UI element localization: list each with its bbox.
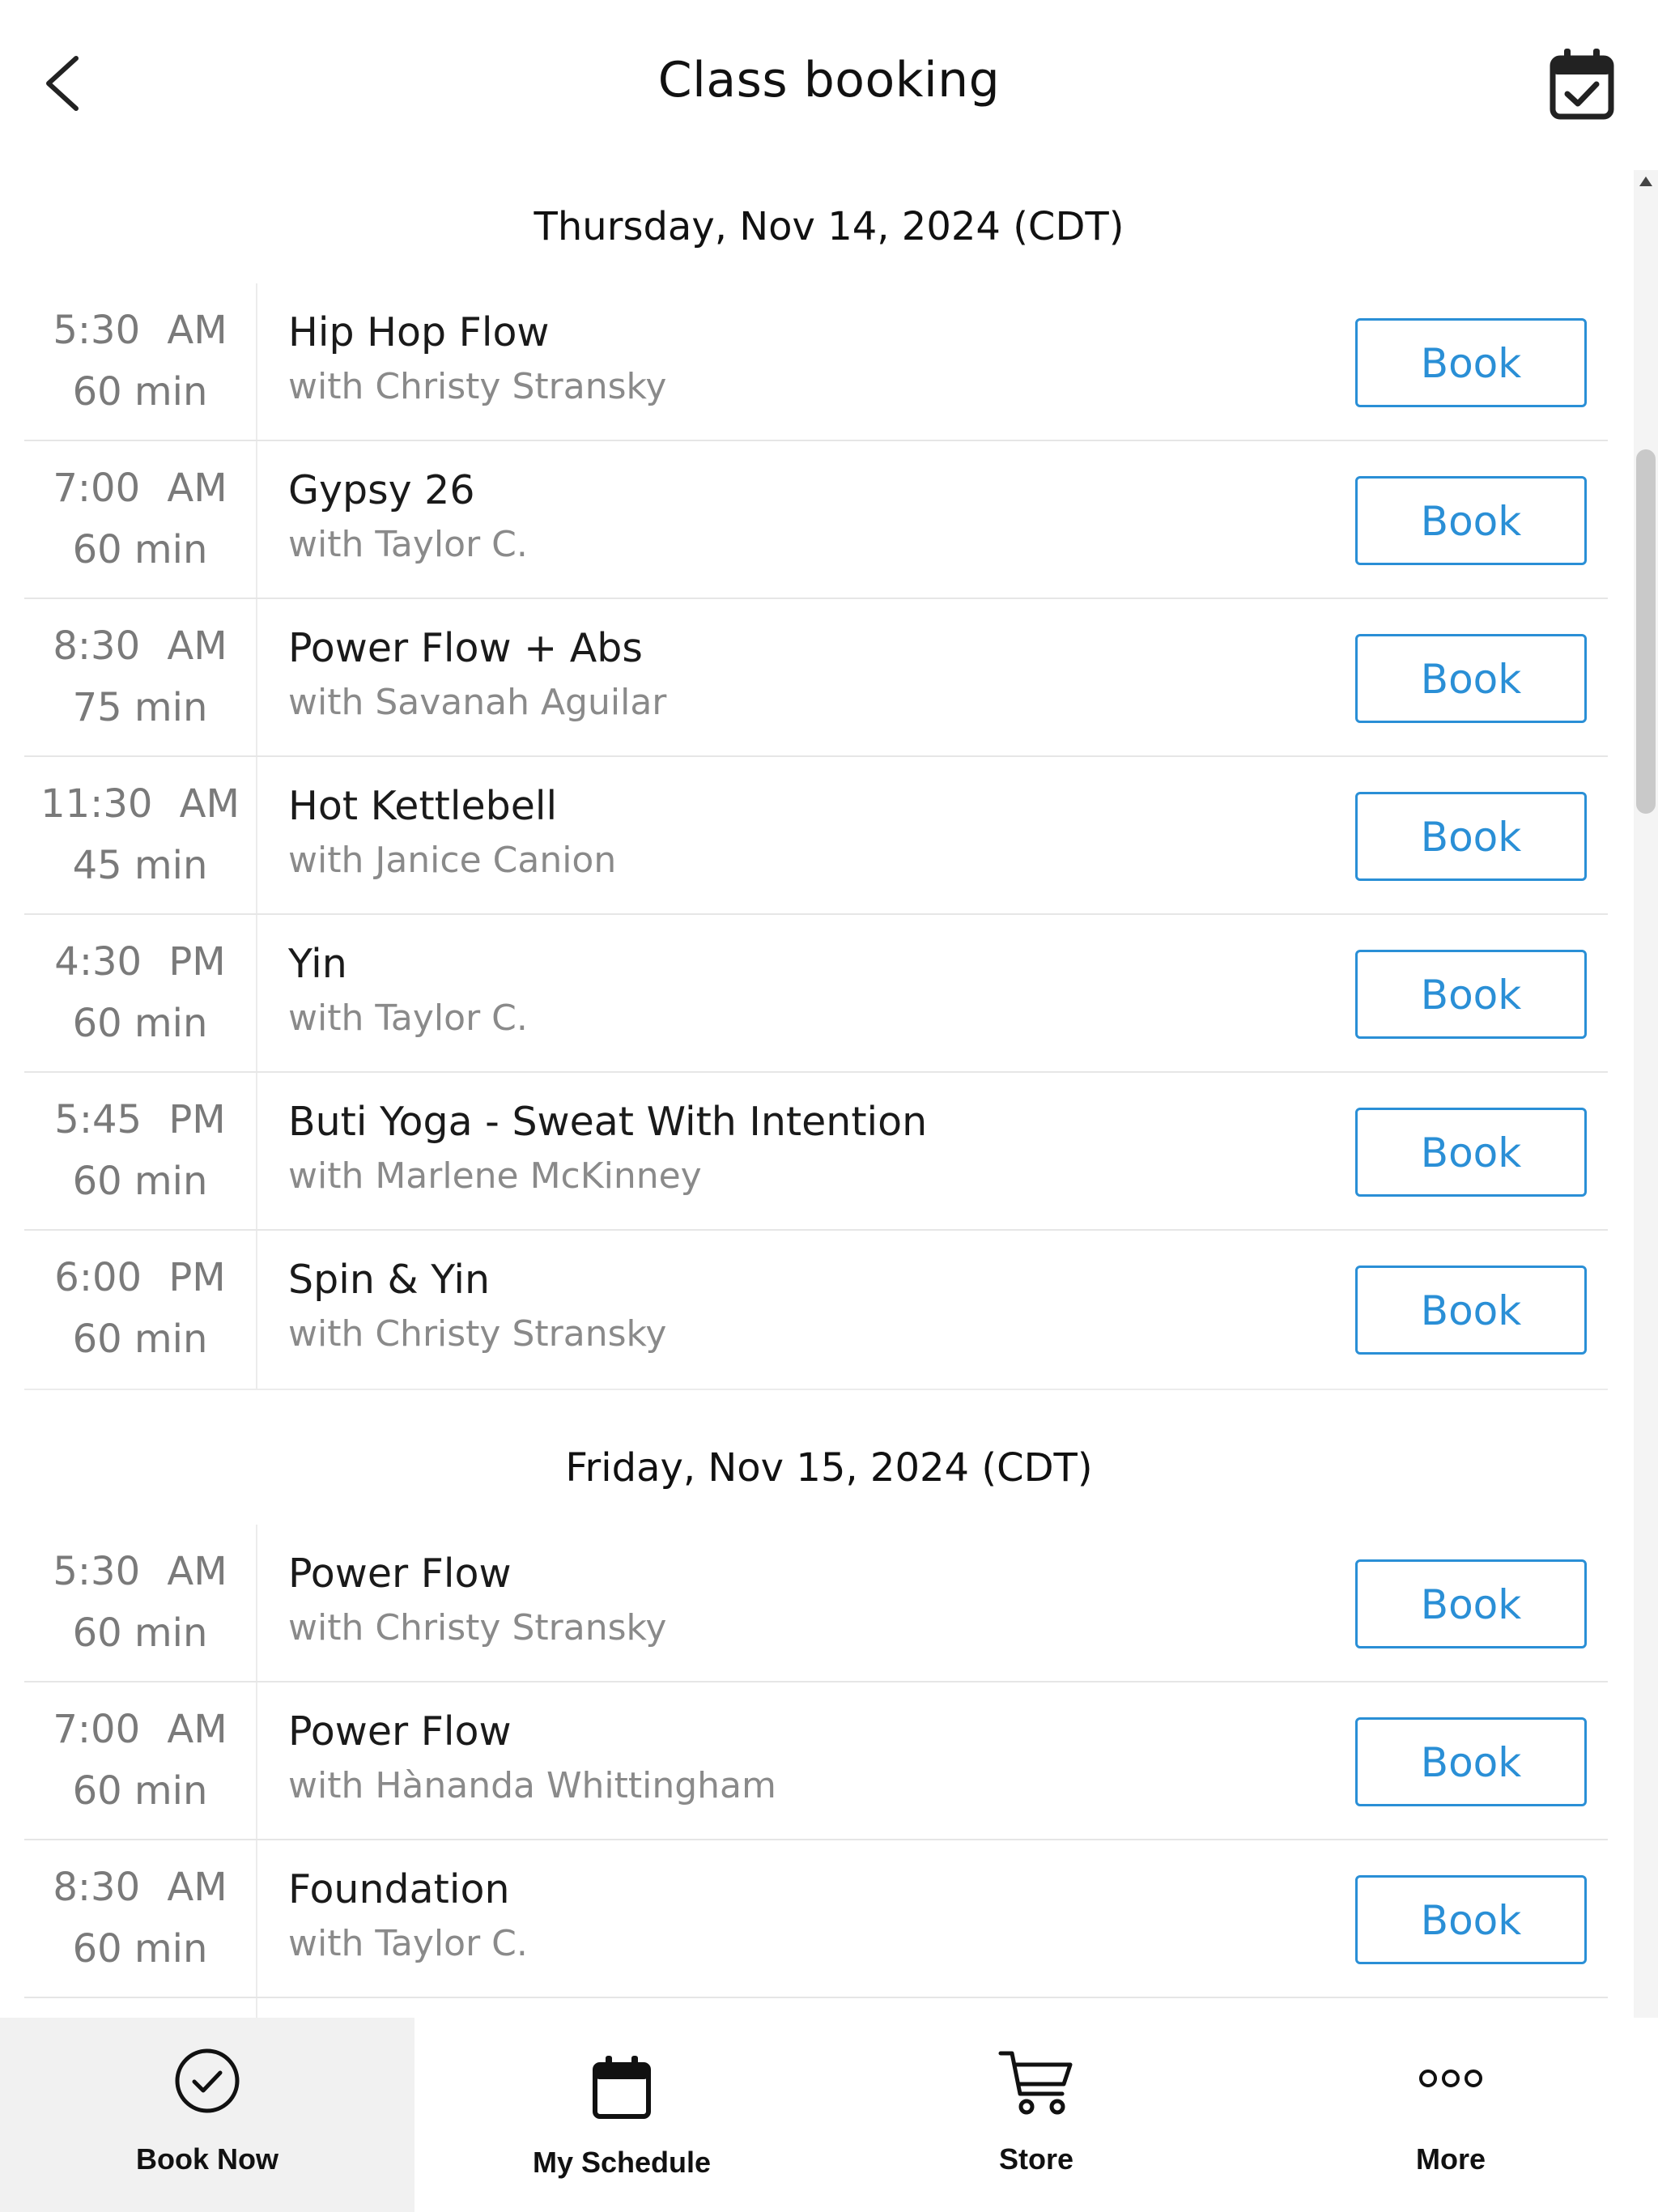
class-duration: 60 min	[72, 1768, 208, 1814]
bottom-nav: Book Now My Schedule Store More	[0, 2018, 1658, 2212]
class-row: 8:30 AM 60 min Foundation with Taylor C.…	[24, 1840, 1608, 1998]
class-start-time: 5:30 AM	[53, 1549, 227, 1594]
check-circle-icon	[175, 2048, 240, 2113]
class-instructor: with Taylor C.	[288, 524, 528, 565]
class-name[interactable]: Spin & Yin	[288, 1257, 490, 1303]
class-duration: 45 min	[72, 843, 208, 888]
book-button[interactable]: Book	[1355, 476, 1587, 565]
scroll-up-arrow-icon[interactable]	[1639, 177, 1652, 186]
book-button[interactable]: Book	[1355, 950, 1587, 1039]
day-section: Thursday, Nov 14, 2024 (CDT) 5:30 AM 60 …	[0, 170, 1658, 1390]
class-name[interactable]: Gypsy 26	[288, 467, 475, 513]
class-name[interactable]: Buti Yoga - Sweat With Intention	[288, 1099, 927, 1145]
class-duration: 60 min	[72, 1610, 208, 1656]
class-duration: 60 min	[72, 369, 208, 415]
book-button[interactable]: Book	[1355, 1108, 1587, 1197]
class-start-time: 7:00 AM	[53, 1707, 227, 1752]
class-start-time: 8:30 AM	[53, 1865, 227, 1910]
more-dots-icon	[1419, 2069, 1482, 2087]
class-row: 11:30 AM 45 min Hot Kettlebell with Jani…	[24, 757, 1608, 915]
class-duration: 60 min	[72, 1317, 208, 1362]
calendar-check-button[interactable]	[1548, 45, 1616, 121]
book-button[interactable]: Book	[1355, 634, 1587, 723]
class-instructor: with Marlene McKinney	[288, 1155, 702, 1197]
time-column: 5:30 AM 60 min	[24, 1525, 257, 1681]
class-row: 4:30 PM 60 min Yin with Taylor C. Book	[24, 915, 1608, 1073]
class-instructor: with Christy Stransky	[288, 1607, 667, 1648]
class-duration: 60 min	[72, 1001, 208, 1046]
class-start-time: 7:00 AM	[53, 466, 227, 511]
class-row: 5:45 PM 60 min Buti Yoga - Sweat With In…	[24, 1073, 1608, 1231]
nav-book-now[interactable]: Book Now	[0, 2018, 414, 2212]
class-name[interactable]: Yin	[288, 941, 347, 987]
class-duration: 60 min	[72, 527, 208, 572]
class-row: 5:30 AM 60 min Hip Hop Flow with Christy…	[24, 283, 1608, 441]
class-instructor: with Hànanda Whittingham	[288, 1765, 776, 1806]
scrollbar[interactable]	[1634, 170, 1658, 2018]
class-duration: 75 min	[72, 685, 208, 730]
day-heading: Thursday, Nov 14, 2024 (CDT)	[534, 204, 1124, 249]
nav-more[interactable]: More	[1244, 2018, 1658, 2212]
scroll-thumb[interactable]	[1636, 449, 1656, 814]
class-row: 5:30 AM 60 min Power Flow with Christy S…	[24, 1525, 1608, 1682]
class-row: 8:30 AM 75 min Power Flow + Abs with Sav…	[24, 599, 1608, 757]
nav-label: My Schedule	[532, 2146, 712, 2179]
class-instructor: with Taylor C.	[288, 1923, 528, 1964]
class-start-time: 5:45 PM	[54, 1097, 226, 1142]
time-column: 11:30 AM 45 min	[24, 757, 257, 913]
nav-label: More	[1415, 2142, 1486, 2176]
nav-my-schedule[interactable]: My Schedule	[414, 2018, 829, 2212]
time-column	[24, 1998, 257, 2018]
book-button[interactable]: Book	[1355, 318, 1587, 407]
class-name[interactable]: Power Flow + Abs	[288, 625, 643, 671]
day-section: Friday, Nov 15, 2024 (CDT) 5:30 AM 60 mi…	[0, 1411, 1658, 2018]
class-row: 6:00 PM 60 min Spin & Yin with Christy S…	[24, 1231, 1608, 1389]
cart-icon	[998, 2051, 1073, 2115]
calendar-icon	[593, 2056, 651, 2119]
class-start-time: 6:00 PM	[54, 1255, 226, 1300]
book-button[interactable]: Book	[1355, 1875, 1587, 1964]
day-heading: Friday, Nov 15, 2024 (CDT)	[565, 1445, 1093, 1491]
class-instructor: with Taylor C.	[288, 998, 528, 1039]
class-start-time: 5:30 AM	[53, 308, 227, 353]
nav-store[interactable]: Store	[829, 2018, 1244, 2212]
nav-label: Store	[998, 2142, 1074, 2176]
class-row-partial	[24, 1998, 1608, 2018]
time-column: 5:45 PM 60 min	[24, 1073, 257, 1229]
class-instructor: with Savanah Aguilar	[288, 682, 667, 723]
class-start-time: 11:30 AM	[40, 781, 240, 827]
class-duration: 60 min	[72, 1159, 208, 1204]
calendar-check-icon	[1550, 49, 1614, 120]
class-schedule-list[interactable]: Thursday, Nov 14, 2024 (CDT) 5:30 AM 60 …	[0, 170, 1658, 2018]
book-button[interactable]: Book	[1355, 1559, 1587, 1648]
book-button[interactable]: Book	[1355, 1266, 1587, 1355]
class-name[interactable]: Foundation	[288, 1866, 510, 1912]
time-column: 7:00 AM 60 min	[24, 1682, 257, 1839]
time-column: 4:30 PM 60 min	[24, 915, 257, 1071]
nav-label: Book Now	[136, 2142, 278, 2176]
class-name[interactable]: Hip Hop Flow	[288, 309, 550, 355]
class-row: 7:00 AM 60 min Gypsy 26 with Taylor C. B…	[24, 441, 1608, 599]
time-column: 6:00 PM 60 min	[24, 1231, 257, 1389]
book-button[interactable]: Book	[1355, 1717, 1587, 1806]
time-column: 8:30 AM 75 min	[24, 599, 257, 755]
class-name[interactable]: Power Flow	[288, 1551, 512, 1597]
book-button[interactable]: Book	[1355, 792, 1587, 881]
class-row: 7:00 AM 60 min Power Flow with Hànanda W…	[24, 1682, 1608, 1840]
class-instructor: with Christy Stransky	[288, 366, 667, 407]
class-start-time: 8:30 AM	[53, 623, 227, 669]
class-list: 5:30 AM 60 min Hip Hop Flow with Christy…	[24, 283, 1608, 1390]
class-list: 5:30 AM 60 min Power Flow with Christy S…	[24, 1525, 1608, 2018]
time-column: 7:00 AM 60 min	[24, 441, 257, 598]
class-instructor: with Janice Canion	[288, 840, 617, 881]
time-column: 8:30 AM 60 min	[24, 1840, 257, 1997]
time-column: 5:30 AM 60 min	[24, 283, 257, 440]
class-instructor: with Christy Stransky	[288, 1313, 667, 1355]
class-name[interactable]: Hot Kettlebell	[288, 783, 557, 829]
class-duration: 60 min	[72, 1926, 208, 1972]
class-start-time: 4:30 PM	[54, 939, 226, 985]
app-header: Class booking	[0, 0, 1658, 170]
page-title: Class booking	[657, 52, 1001, 108]
class-name[interactable]: Power Flow	[288, 1708, 512, 1755]
